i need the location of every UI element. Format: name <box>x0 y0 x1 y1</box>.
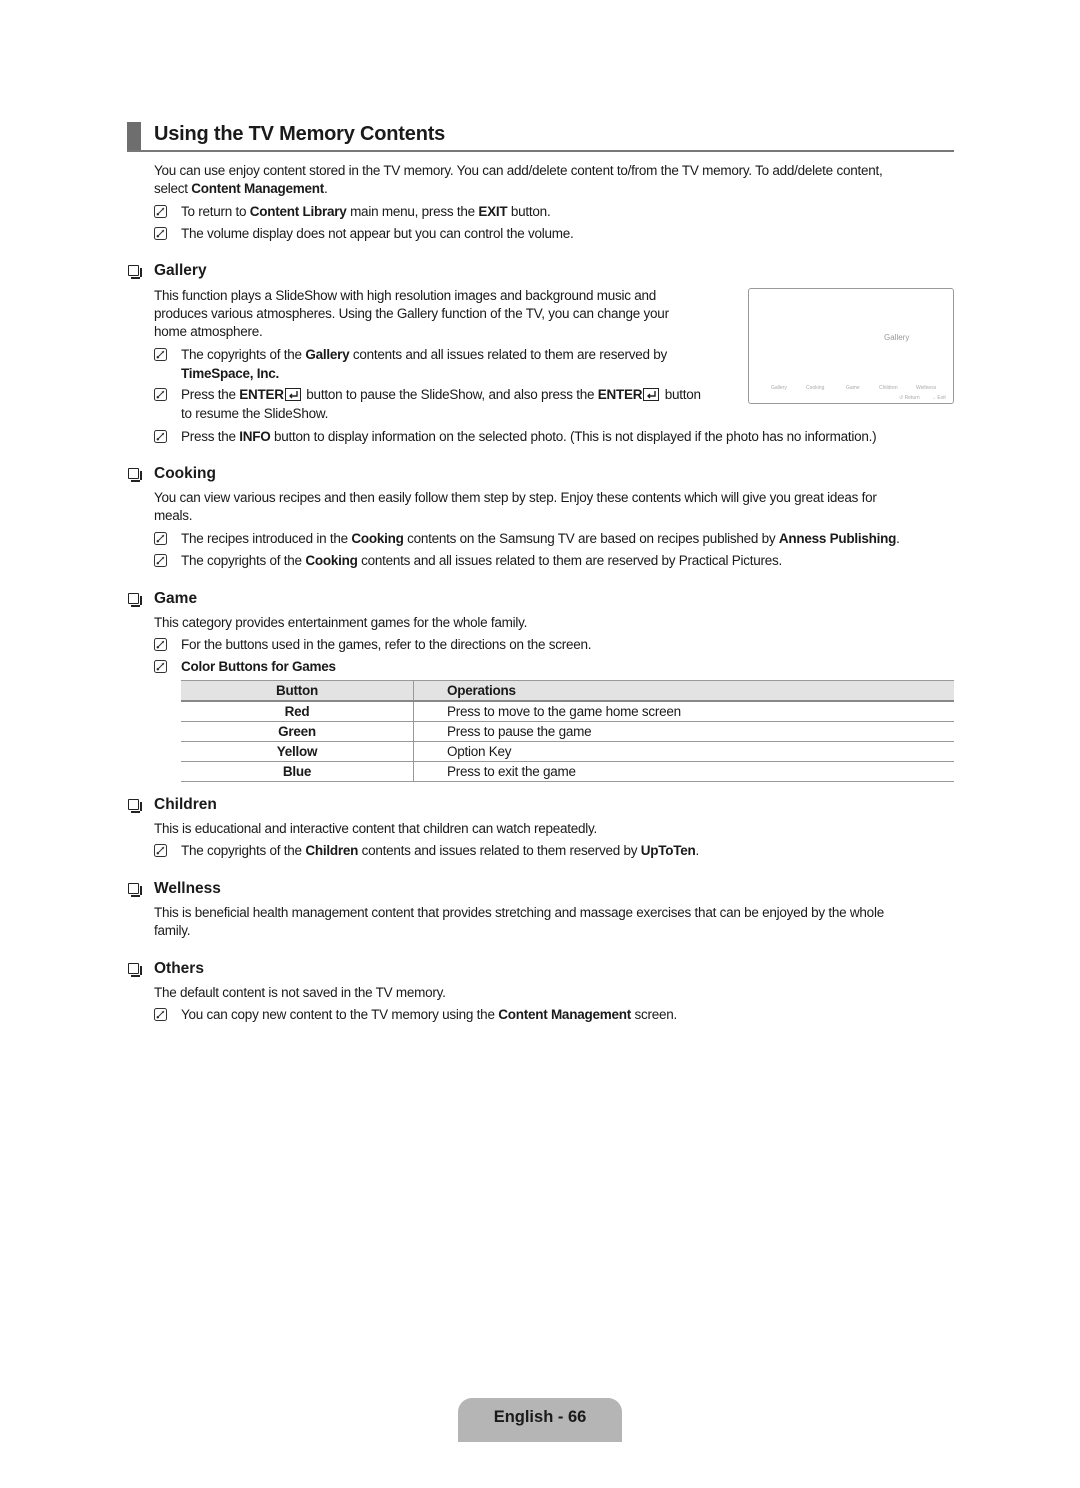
screen-exit-hint: → Exit <box>931 395 946 401</box>
others-body: The default content is not saved in the … <box>154 985 446 1000</box>
table-row: Green Press to pause the game <box>181 721 954 742</box>
screen-title: Gallery <box>884 333 910 342</box>
cooking-body-line: meals. <box>154 508 193 523</box>
note-icon <box>154 638 167 651</box>
gallery-body-line: produces various atmospheres. Using the … <box>154 306 669 321</box>
gallery-screen-illustration: Gallery Gallery Cooking Game Children We… <box>748 288 954 404</box>
screen-menu-item: Wellness <box>916 385 937 391</box>
manual-page: Using the TV Memory Contents You can use… <box>0 0 1080 1488</box>
intro-line-2: select Content Management. <box>154 181 328 196</box>
note-icon <box>154 1008 167 1021</box>
checkbox-bullet-icon <box>128 468 142 482</box>
intro-line-1: You can use enjoy content stored in the … <box>154 163 883 178</box>
note-icon <box>154 348 167 361</box>
note-icon <box>154 205 167 218</box>
cooking-body-line: You can view various recipes and then ea… <box>154 490 877 505</box>
game-body: This category provides entertainment gam… <box>154 615 528 630</box>
note-icon <box>154 227 167 240</box>
screen-menu-item: Gallery <box>771 385 787 391</box>
checkbox-bullet-icon <box>128 883 142 897</box>
gallery-body-line: home atmosphere. <box>154 324 263 339</box>
page-title-block: Using the TV Memory Contents <box>127 122 954 152</box>
note-icon <box>154 660 167 673</box>
checkbox-bullet-icon <box>128 799 142 813</box>
table-cell-operation: Press to exit the game <box>413 761 954 782</box>
table-row: Red Press to move to the game home scree… <box>181 701 954 722</box>
enter-key-icon <box>643 388 660 401</box>
table-header-cell: Button <box>181 680 414 702</box>
table-cell-button: Yellow <box>181 741 414 762</box>
note-icon <box>154 844 167 857</box>
note-icon <box>154 388 167 401</box>
wellness-body-line: family. <box>154 923 191 938</box>
note-icon <box>154 430 167 443</box>
table-cell-operation: Press to pause the game <box>413 721 954 742</box>
screen-menu-item: Cooking <box>806 385 825 391</box>
table-row: Blue Press to exit the game <box>181 761 954 782</box>
table-cell-button: Red <box>181 701 414 722</box>
page-title: Using the TV Memory Contents <box>154 123 446 145</box>
children-body: This is educational and interactive cont… <box>154 821 598 836</box>
table-cell-operation: Option Key <box>413 741 954 762</box>
screen-return-hint: ↺ Return <box>899 395 920 401</box>
color-buttons-table: Button Operations Red Press to move to t… <box>181 680 954 782</box>
title-marker-bar <box>127 122 141 150</box>
screen-menu-item: Children <box>879 385 898 391</box>
table-cell-operation: Press to move to the game home screen <box>413 701 954 722</box>
table-cell-button: Green <box>181 721 414 742</box>
enter-key-icon <box>284 388 301 401</box>
table-header-row: Button Operations <box>181 680 954 702</box>
checkbox-bullet-icon <box>128 265 142 279</box>
screen-menu-item: Game <box>846 385 860 391</box>
note-icon <box>154 554 167 567</box>
table-cell-button: Blue <box>181 761 414 782</box>
page-number-tab: English - 66 <box>458 1398 622 1442</box>
table-header-cell: Operations <box>413 680 954 702</box>
gallery-body-line: This function plays a SlideShow with hig… <box>154 288 657 303</box>
table-row: Yellow Option Key <box>181 741 954 762</box>
note-icon <box>154 532 167 545</box>
wellness-body-line: This is beneficial health management con… <box>154 905 884 920</box>
checkbox-bullet-icon <box>128 593 142 607</box>
checkbox-bullet-icon <box>128 963 142 977</box>
